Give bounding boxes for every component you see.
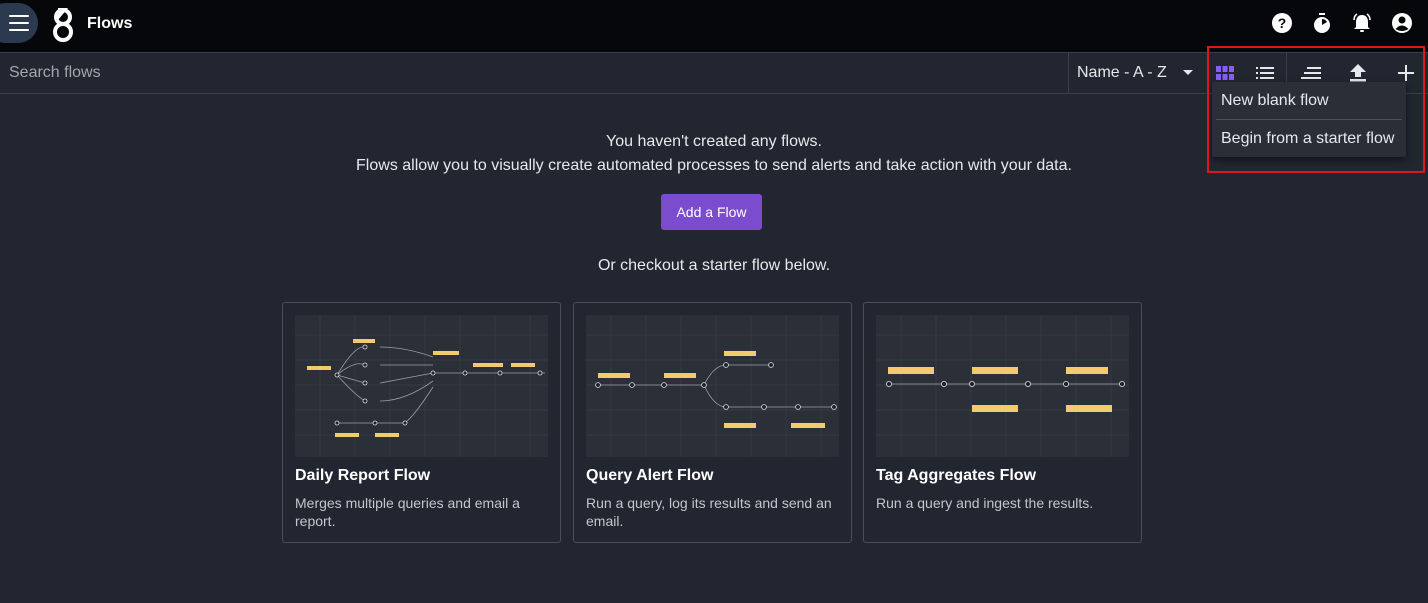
top-bar: Flows ? bbox=[0, 0, 1428, 52]
starter-flow-card[interactable]: Tag Aggregates Flow Run a query and inge… bbox=[863, 302, 1142, 543]
sort-select-value: Name - A - Z bbox=[1077, 64, 1167, 81]
card-title: Query Alert Flow bbox=[586, 467, 714, 484]
card-description: Merges multiple queries and email a repo… bbox=[295, 495, 520, 529]
add-flow-button[interactable]: Add a Flow bbox=[661, 194, 762, 230]
card-description: Run a query and ingest the results. bbox=[876, 495, 1094, 511]
chevron-down-icon bbox=[1183, 70, 1193, 75]
alerts-bell-icon[interactable] bbox=[1350, 11, 1374, 35]
starter-flows-prompt: Or checkout a starter flow below. bbox=[597, 257, 831, 274]
flow-preview-image bbox=[295, 315, 548, 457]
flow-preview-image bbox=[586, 315, 839, 457]
card-description: Run a query, log its results and send an… bbox=[586, 495, 832, 529]
app-title: Flows bbox=[87, 15, 133, 32]
sort-select[interactable]: Name - A - Z bbox=[1068, 53, 1205, 93]
starter-flow-card[interactable]: Query Alert Flow Run a query, log its re… bbox=[573, 302, 852, 543]
menu-button[interactable] bbox=[0, 3, 38, 43]
top-icons: ? bbox=[1270, 11, 1414, 35]
app-logo-icon[interactable] bbox=[50, 5, 76, 43]
svg-text:?: ? bbox=[1278, 15, 1287, 31]
flow-preview-image bbox=[876, 315, 1129, 457]
search-input[interactable] bbox=[0, 53, 1068, 93]
card-title: Daily Report Flow bbox=[295, 467, 431, 484]
menu-icon bbox=[9, 15, 29, 31]
account-icon[interactable] bbox=[1390, 11, 1414, 35]
highlight-annotation bbox=[1207, 46, 1425, 173]
help-icon[interactable]: ? bbox=[1270, 11, 1294, 35]
timer-icon[interactable] bbox=[1310, 11, 1334, 35]
card-title: Tag Aggregates Flow bbox=[876, 467, 1037, 484]
starter-flow-card[interactable]: Daily Report Flow Merges multiple querie… bbox=[282, 302, 561, 543]
